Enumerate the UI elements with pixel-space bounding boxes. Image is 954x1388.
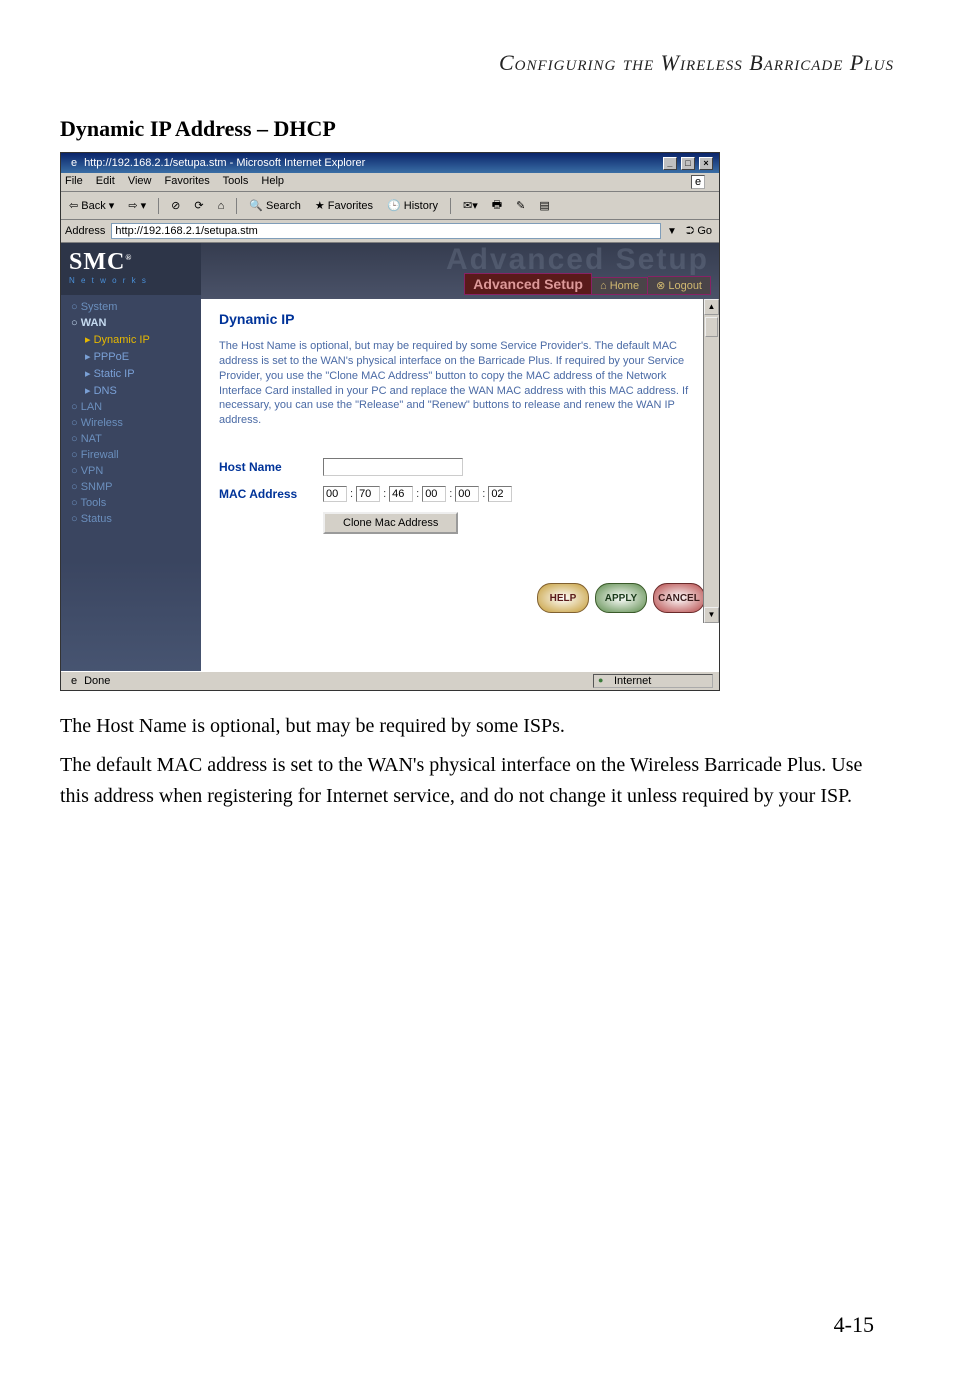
favorites-button[interactable]: ★ Favorites [311,198,377,213]
go-button[interactable]: ⮊ Go [683,225,715,238]
minimize-button[interactable]: _ [663,157,677,170]
scroll-thumb[interactable] [705,317,718,337]
mac-field-6[interactable] [488,486,512,502]
maximize-button[interactable]: □ [681,157,695,170]
edit-icon[interactable]: ✎ [512,198,529,213]
close-button[interactable]: × [699,157,713,170]
panel-heading: Dynamic IP [219,311,701,327]
vertical-scrollbar[interactable]: ▲ ▼ [703,299,719,623]
embedded-screenshot: e http://192.168.2.1/setupa.stm - Micros… [60,152,720,691]
address-input[interactable] [111,223,661,239]
host-name-input[interactable] [323,458,463,476]
page-banner: Advanced Setup Advanced Setup⌂ Home⊗ Log… [201,243,719,299]
nav-status[interactable]: ○ Status [61,511,201,527]
clone-mac-button[interactable]: Clone Mac Address [323,512,458,534]
nav-wan[interactable]: ○ WAN [61,315,201,331]
banner-badge: Advanced Setup [464,273,592,295]
menu-edit[interactable]: Edit [96,175,115,187]
brand-block: SMC® N e t w o r k s [61,243,201,295]
nav-tools[interactable]: ○ Tools [61,495,201,511]
history-button[interactable]: 🕒 History [383,198,442,213]
nav-system[interactable]: ○ System [61,299,201,315]
print-icon[interactable]: 🖶 [488,195,506,216]
ie-icon: e [67,156,81,170]
cancel-button[interactable]: CANCEL [653,583,705,613]
discuss-icon[interactable]: ▤ [535,198,553,213]
nav-snmp[interactable]: ○ SNMP [61,479,201,495]
nav-firewall[interactable]: ○ Firewall [61,447,201,463]
page-number: 4-15 [834,1312,874,1338]
nav-vpn[interactable]: ○ VPN [61,463,201,479]
stop-button[interactable]: ⊘ [167,198,184,213]
search-button[interactable]: 🔍 Search [245,198,305,213]
apply-button[interactable]: APPLY [595,583,647,613]
menu-help[interactable]: Help [261,175,284,187]
menu-bar: File Edit View Favorites Tools Help e [61,173,719,192]
banner-home-link[interactable]: ⌂ Home [592,277,648,295]
address-bar: Address ▼ ⮊ Go [61,220,719,243]
status-done-text: Done [84,675,110,687]
side-nav: ○ System ○ WAN ▸ Dynamic IP ▸ PPPoE ▸ St… [61,295,201,531]
ie-brand-icon: e [691,175,705,189]
help-button[interactable]: HELP [537,583,589,613]
mail-icon[interactable]: ✉▾ [459,198,482,213]
scroll-down-icon[interactable]: ▼ [704,607,719,623]
toolbar: ⇦ Back ▾ ⇨ ▾ ⊘ ⟳ ⌂ 🔍 Search ★ Favorites … [61,192,719,220]
scroll-up-icon[interactable]: ▲ [704,299,719,315]
security-zone: Internet [593,674,713,688]
body-paragraph-1: The Host Name is optional, but may be re… [60,711,894,742]
address-label: Address [65,225,105,237]
sidebar-decorative-image [61,561,201,671]
nav-pppoe[interactable]: ▸ PPPoE [61,348,201,365]
mac-field-1[interactable] [323,486,347,502]
nav-lan[interactable]: ○ LAN [61,399,201,415]
mac-field-4[interactable] [422,486,446,502]
nav-nat[interactable]: ○ NAT [61,431,201,447]
status-bar: e Done Internet [61,671,719,690]
nav-dns[interactable]: ▸ DNS [61,382,201,399]
panel-description: The Host Name is optional, but may be re… [219,339,701,428]
done-icon: e [67,674,81,688]
nav-dynamic-ip[interactable]: ▸ Dynamic IP [61,331,201,348]
back-button[interactable]: ⇦ Back ▾ [65,198,118,213]
forward-button[interactable]: ⇨ ▾ [124,198,150,213]
mac-field-5[interactable] [455,486,479,502]
banner-watermark: Advanced Setup [446,243,709,277]
brand-tagline: N e t w o r k s [69,276,193,285]
brand-logo: SMC® [69,249,193,276]
host-name-label: Host Name [219,460,309,474]
menu-favorites[interactable]: Favorites [165,175,210,187]
menu-view[interactable]: View [128,175,152,187]
window-titlebar: e http://192.168.2.1/setupa.stm - Micros… [61,153,719,173]
banner-logout-link[interactable]: ⊗ Logout [648,276,711,295]
window-title: http://192.168.2.1/setupa.stm - Microsof… [84,157,365,169]
mac-field-2[interactable] [356,486,380,502]
menu-tools[interactable]: Tools [223,175,249,187]
home-button[interactable]: ⌂ [214,199,229,213]
mac-field-3[interactable] [389,486,413,502]
body-paragraph-2: The default MAC address is set to the WA… [60,750,894,812]
nav-wireless[interactable]: ○ Wireless [61,415,201,431]
section-title: Dynamic IP Address – DHCP [60,116,894,142]
refresh-button[interactable]: ⟳ [190,198,207,213]
menu-file[interactable]: File [65,175,83,187]
page-running-header: Configuring the Wireless Barricade Plus [60,50,894,76]
mac-address-label: MAC Address [219,487,309,501]
nav-static-ip[interactable]: ▸ Static IP [61,365,201,382]
